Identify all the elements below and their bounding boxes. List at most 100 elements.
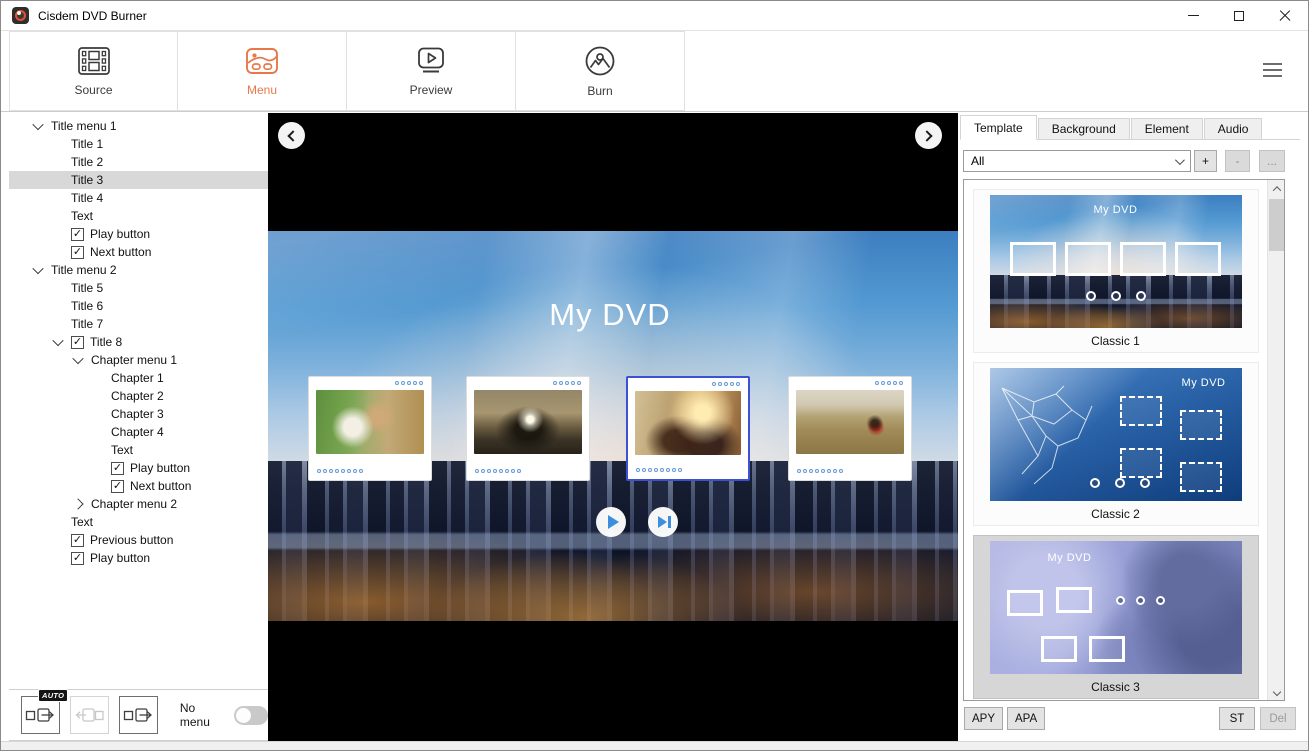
tree-item-title-1[interactable]: Title 1 bbox=[9, 135, 268, 153]
dvd-menu-title[interactable]: My DVD bbox=[268, 297, 952, 333]
tree-item-next-button[interactable]: ✓Next button bbox=[9, 477, 268, 495]
chevron-down-icon[interactable] bbox=[72, 353, 83, 364]
tree-item-chapter-menu-2[interactable]: Chapter menu 2 bbox=[9, 495, 268, 513]
toolbar-source-button[interactable]: Source bbox=[9, 31, 178, 111]
template-thumbnail: My DVD bbox=[990, 541, 1242, 674]
tree-item-label: Chapter 3 bbox=[111, 407, 164, 421]
menu-play-button[interactable] bbox=[596, 507, 626, 537]
tree-item-play-button[interactable]: ✓Play button bbox=[9, 549, 268, 567]
tree-item-chapter-4[interactable]: Chapter 4 bbox=[9, 423, 268, 441]
title-thumbnail-field-motorbike[interactable] bbox=[788, 376, 912, 481]
template-name: Classic 2 bbox=[974, 507, 1258, 521]
tab-template[interactable]: Template bbox=[960, 115, 1037, 140]
tree-item-text[interactable]: Text bbox=[9, 207, 268, 225]
chevron-right-icon[interactable] bbox=[72, 498, 83, 509]
scroll-up-button[interactable] bbox=[1268, 180, 1285, 197]
no-menu-toggle[interactable] bbox=[234, 706, 268, 725]
set-button[interactable]: ST bbox=[1219, 707, 1255, 730]
title-thumbnail-girl-with-dog[interactable] bbox=[308, 376, 432, 481]
tree-item-title-5[interactable]: Title 5 bbox=[9, 279, 268, 297]
menu-skip-button[interactable] bbox=[648, 507, 678, 537]
check-icon: ✓ bbox=[73, 247, 82, 258]
tree-item-play-button[interactable]: ✓Play button bbox=[9, 225, 268, 243]
checkbox-checked[interactable]: ✓ bbox=[71, 246, 84, 259]
template-item-classic-2[interactable]: My DVD Classic 2 bbox=[973, 362, 1259, 526]
template-list-scrollbar[interactable] bbox=[1267, 180, 1284, 700]
chevron-down-icon[interactable] bbox=[32, 119, 43, 130]
checkbox-checked[interactable]: ✓ bbox=[71, 336, 84, 349]
template-item-classic-3[interactable]: My DVDClassic 3 bbox=[973, 535, 1259, 699]
title-thumbnail-street-couple[interactable] bbox=[626, 376, 750, 481]
tab-background[interactable]: Background bbox=[1038, 118, 1130, 139]
tree-item-chapter-3[interactable]: Chapter 3 bbox=[9, 405, 268, 423]
next-page-button[interactable] bbox=[915, 122, 942, 149]
tree-item-title-menu-2[interactable]: Title menu 2 bbox=[9, 261, 268, 279]
checkbox-checked[interactable]: ✓ bbox=[71, 552, 84, 565]
tree-item-label: Chapter 4 bbox=[111, 425, 164, 439]
tree-item-label: Text bbox=[111, 443, 133, 457]
checkbox-checked[interactable]: ✓ bbox=[71, 534, 84, 547]
checkbox-checked[interactable]: ✓ bbox=[111, 480, 124, 493]
tree-item-next-button[interactable]: ✓Next button bbox=[9, 243, 268, 261]
menu-mode-auto-button[interactable]: AUTO bbox=[21, 696, 60, 734]
delete-button: Del bbox=[1260, 707, 1296, 730]
chevron-down-icon[interactable] bbox=[32, 263, 43, 274]
menu-forward-icon bbox=[123, 705, 153, 725]
tree-item-chapter-menu-1[interactable]: Chapter menu 1 bbox=[9, 351, 268, 369]
right-panel: TemplateBackgroundElementAudio All +-...… bbox=[958, 113, 1302, 741]
template-dvd-title: My DVD bbox=[1182, 377, 1226, 389]
maximize-button[interactable] bbox=[1216, 1, 1262, 30]
previous-page-button[interactable] bbox=[278, 122, 305, 149]
check-icon: ✓ bbox=[113, 463, 122, 474]
tree-item-label: Play button bbox=[130, 461, 190, 475]
template-thumbnail: My DVD bbox=[990, 368, 1242, 501]
photo-stamp-frame bbox=[1120, 448, 1162, 478]
chevron-down-icon[interactable] bbox=[52, 335, 63, 346]
menu-forward-icon bbox=[25, 705, 55, 725]
toolbar-preview-button[interactable]: Preview bbox=[347, 31, 516, 111]
tree-item-chapter-2[interactable]: Chapter 2 bbox=[9, 387, 268, 405]
close-button[interactable] bbox=[1262, 1, 1308, 30]
template-actions: APYAPA STDel bbox=[963, 707, 1297, 731]
frame-decoration-dots bbox=[636, 468, 682, 472]
tree-item-title-7[interactable]: Title 7 bbox=[9, 315, 268, 333]
tab-audio[interactable]: Audio bbox=[1204, 118, 1263, 139]
frame-decoration-dots bbox=[875, 381, 903, 385]
add-category-button[interactable]: + bbox=[1194, 150, 1217, 172]
tree-item-chapter-1[interactable]: Chapter 1 bbox=[9, 369, 268, 387]
tree-item-label: Text bbox=[71, 515, 93, 529]
scrollbar-thumb[interactable] bbox=[1269, 199, 1284, 251]
scroll-down-button[interactable] bbox=[1268, 683, 1285, 700]
tree-item-text[interactable]: Text bbox=[9, 513, 268, 531]
tree-item-title-8[interactable]: ✓Title 8 bbox=[9, 333, 268, 351]
minimize-button[interactable] bbox=[1170, 1, 1216, 30]
menu-hamburger-icon[interactable] bbox=[1263, 63, 1282, 77]
minimize-icon bbox=[1188, 15, 1199, 16]
toolbar-burn-button[interactable]: Burn bbox=[516, 31, 685, 111]
tree-item-title-3[interactable]: Title 3 bbox=[9, 171, 268, 189]
template-filter-dropdown[interactable]: All bbox=[963, 150, 1191, 172]
tree-item-previous-button[interactable]: ✓Previous button bbox=[9, 531, 268, 549]
tab-element[interactable]: Element bbox=[1131, 118, 1203, 139]
tree-item-label: Title 1 bbox=[71, 137, 103, 151]
tree-item-title-menu-1[interactable]: Title menu 1 bbox=[9, 117, 268, 135]
city-skyline-image bbox=[268, 461, 958, 621]
title-thumbnail-motorcycle-sunset[interactable] bbox=[466, 376, 590, 481]
tree-item-label: Title menu 1 bbox=[51, 119, 117, 133]
toolbar-label: Source bbox=[74, 83, 112, 97]
tree-item-title-2[interactable]: Title 2 bbox=[9, 153, 268, 171]
checkbox-checked[interactable]: ✓ bbox=[71, 228, 84, 241]
menu-forward-button[interactable] bbox=[119, 696, 158, 734]
tree-item-title-6[interactable]: Title 6 bbox=[9, 297, 268, 315]
apply-all-button[interactable]: APA bbox=[1007, 707, 1045, 730]
tree-item-text[interactable]: Text bbox=[9, 441, 268, 459]
chevron-up-icon bbox=[1272, 186, 1280, 194]
toolbar-menu-button[interactable]: Menu bbox=[178, 31, 347, 111]
template-item-classic-1[interactable]: My DVDClassic 1 bbox=[973, 189, 1259, 353]
checkbox-checked[interactable]: ✓ bbox=[111, 462, 124, 475]
tree-item-title-4[interactable]: Title 4 bbox=[9, 189, 268, 207]
chevron-right-icon bbox=[921, 130, 932, 141]
frame-decoration-dots bbox=[797, 469, 843, 473]
tree-item-play-button[interactable]: ✓ Play button bbox=[9, 459, 268, 477]
apply-button[interactable]: APY bbox=[964, 707, 1003, 730]
